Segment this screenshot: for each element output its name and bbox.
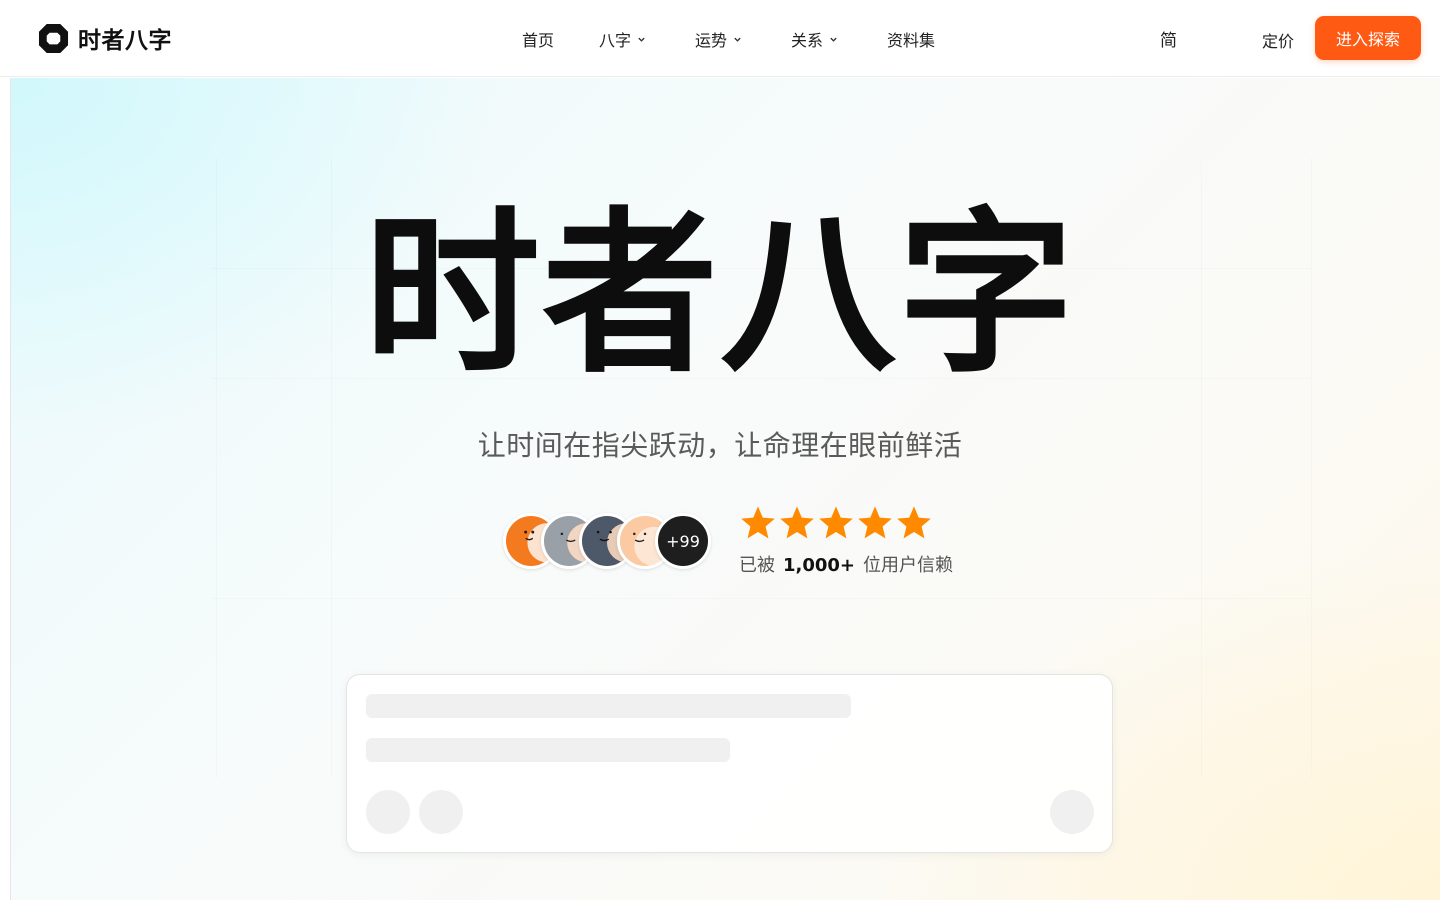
pricing-link[interactable]: 定价 [1262,28,1294,52]
explore-button[interactable]: 进入探索 [1315,16,1421,60]
nav-item-resources[interactable]: 资料集 [887,27,935,51]
nav-item-home[interactable]: 首页 [522,27,554,51]
trust-suffix: 位用户信赖 [863,555,954,576]
skeleton-circle [419,790,463,834]
nav-item-fortune[interactable]: 运势 [695,27,742,51]
more-users-badge: +99 [655,513,711,569]
trust-text: 已被 1,000+ 位用户信赖 [739,551,953,577]
chevron-down-icon [733,35,742,44]
hero-title: 时者八字 [363,192,1076,397]
star-icon [856,504,894,542]
user-avatars: +99 [503,513,718,569]
star-icon [817,504,855,542]
hero-subtitle: 让时间在指尖跃动，让命理在眼前鲜活 [477,429,963,462]
skeleton-circle [366,790,410,834]
nav-item-label: 运势 [695,31,728,50]
nav-item-label: 资料集 [887,31,936,50]
top-header: 时者八字 首页 八字 运势 关系 资料集 简 定价 进入探索 [0,0,1440,77]
nav-item-label: 首页 [522,31,555,50]
loading-card [346,674,1113,853]
main-nav: 首页 八字 运势 关系 资料集 [0,0,1440,77]
background-grid-line [211,598,1311,599]
skeleton-line [366,694,851,718]
nav-item-relationship[interactable]: 关系 [791,27,838,51]
language-switch[interactable]: 简 [1160,26,1177,51]
chevron-down-icon [637,35,646,44]
chevron-down-icon [829,35,838,44]
star-icon [778,504,816,542]
trust-count: 1,000+ [783,555,856,576]
trust-prefix: 已被 [739,555,775,576]
star-icon [895,504,933,542]
skeleton-circle [1050,790,1094,834]
star-icon [739,504,777,542]
nav-item-label: 关系 [791,31,824,50]
nav-item-bazi[interactable]: 八字 [599,27,646,51]
nav-item-label: 八字 [599,31,632,50]
rating-stars [739,504,934,542]
skeleton-line [366,738,730,762]
